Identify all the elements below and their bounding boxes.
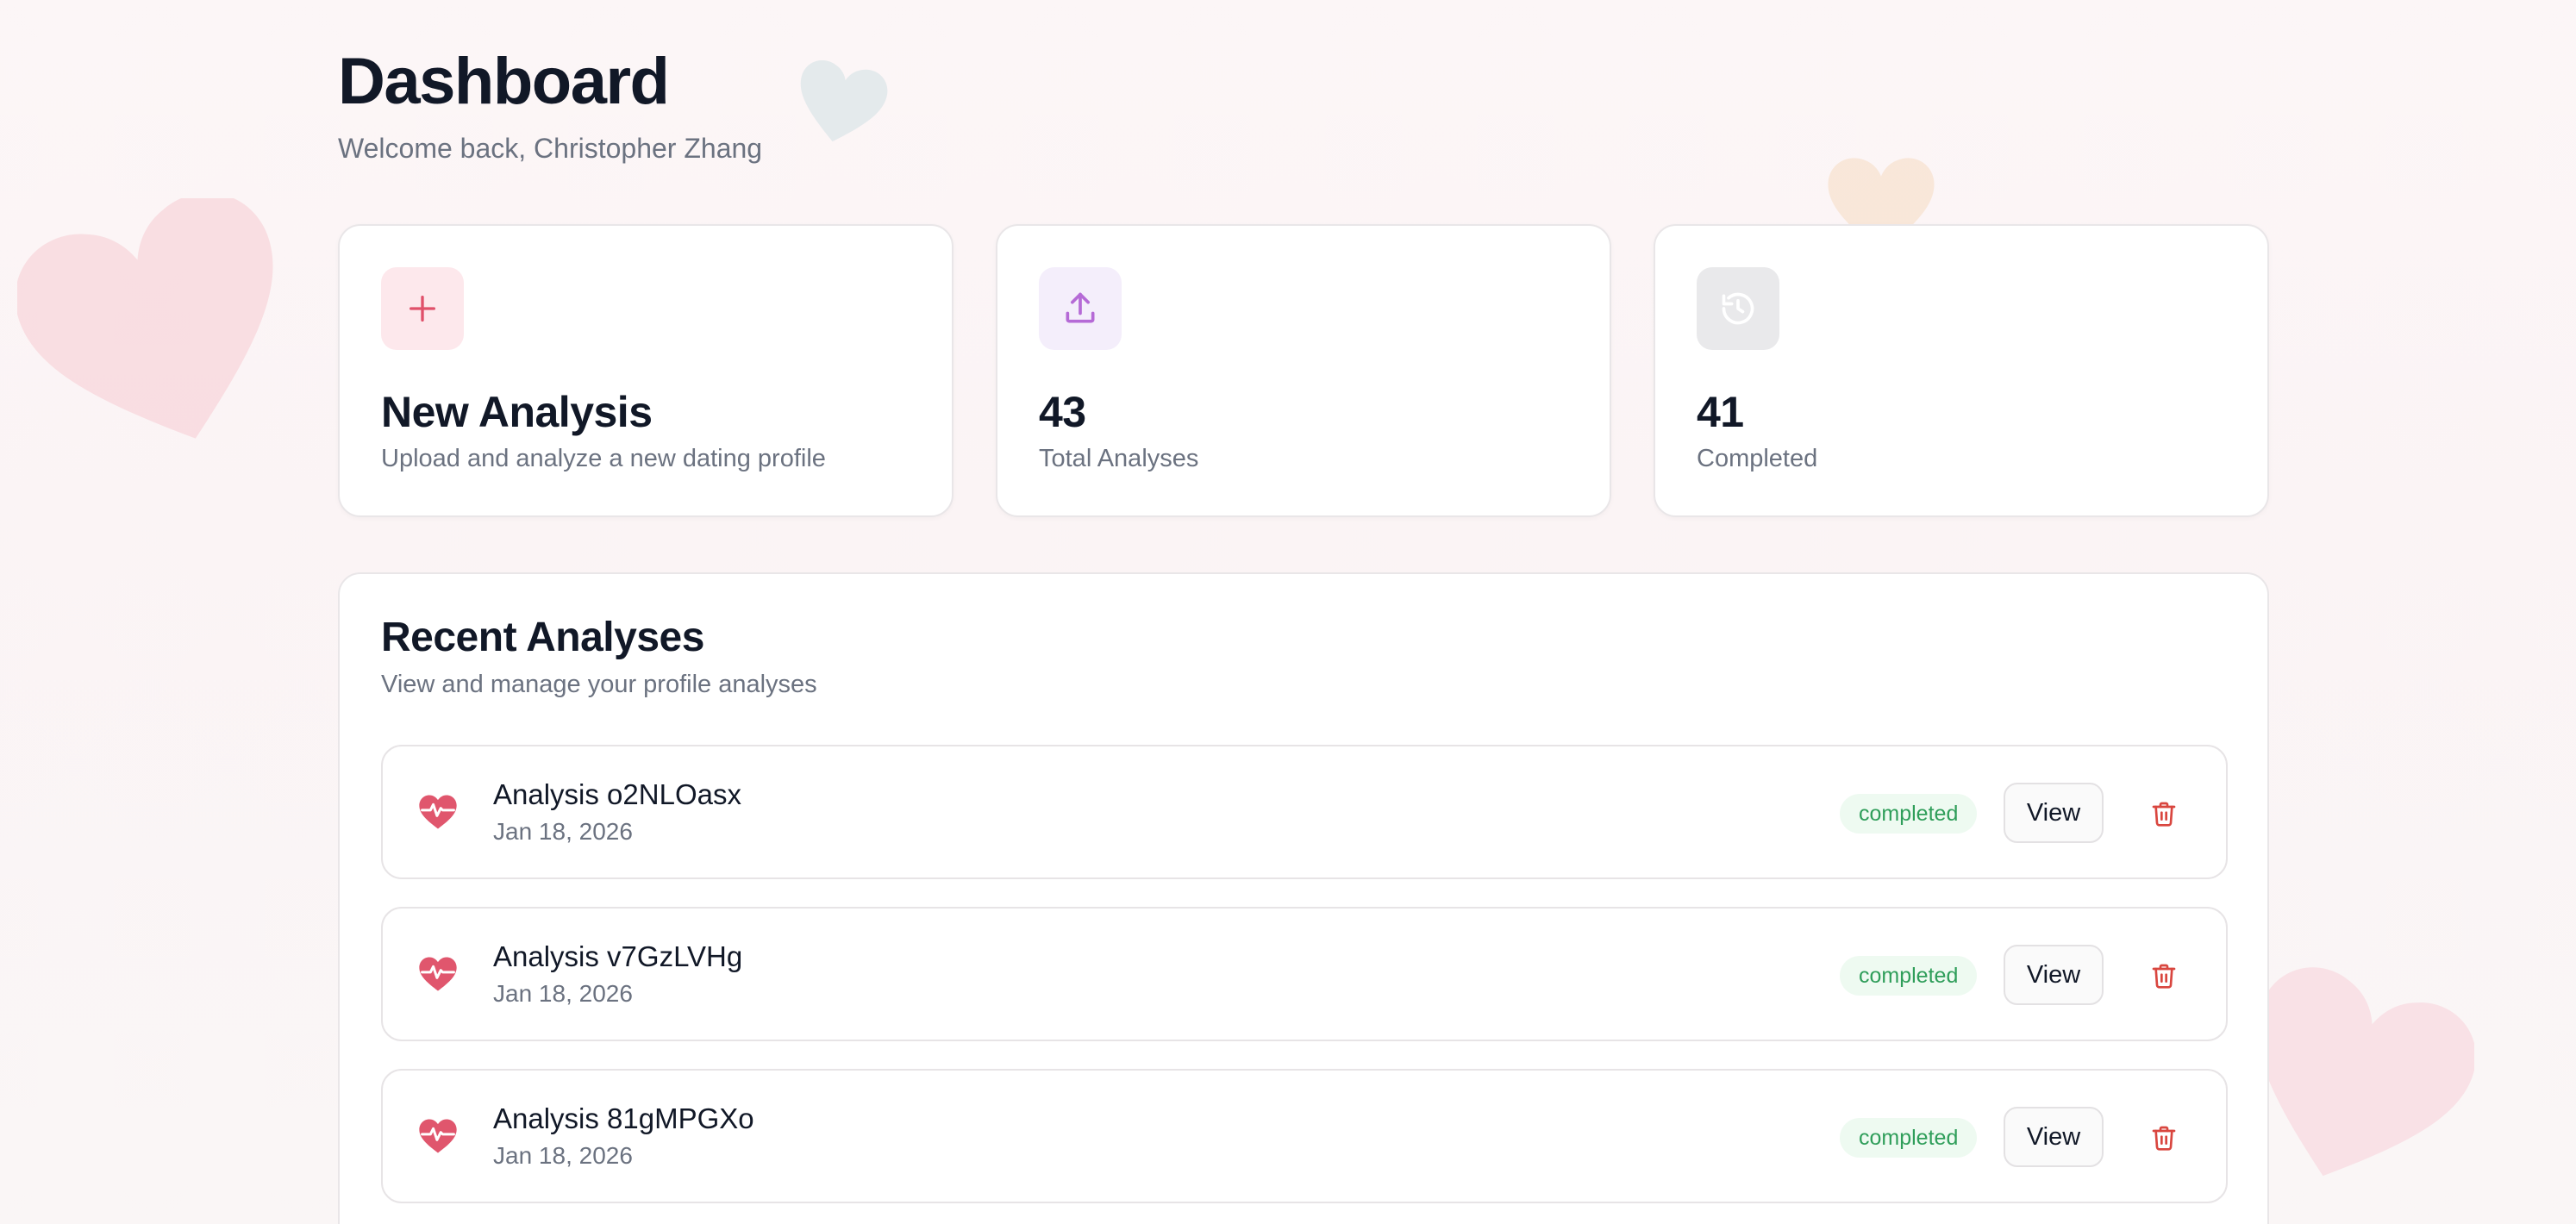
heart-pulse-icon: [419, 1119, 457, 1153]
analysis-list-item[interactable]: Analysis 81gMPGXo Jan 18, 2026 completed…: [381, 1069, 2228, 1203]
total-analyses-icon-box: [1039, 267, 1122, 350]
analysis-title: Analysis v7GzLVHg: [493, 940, 743, 972]
heart-pulse-icon: [419, 795, 457, 829]
view-button[interactable]: View: [2004, 1107, 2104, 1167]
delete-button[interactable]: [2141, 953, 2186, 998]
trash-icon: [2152, 1126, 2176, 1151]
plus-icon: [410, 296, 435, 322]
new-analysis-title: New Analysis: [381, 388, 653, 436]
view-button[interactable]: View: [2004, 783, 2104, 843]
background-heart-icon: [17, 198, 273, 439]
analysis-date: Jan 18, 2026: [493, 818, 633, 845]
total-analyses-card: 43 Total Analyses: [996, 224, 1611, 517]
recent-analyses-subtitle: View and manage your profile analyses: [381, 671, 817, 698]
upload-icon: [1066, 292, 1095, 323]
analysis-title: Analysis 81gMPGXo: [493, 1102, 754, 1134]
analysis-title: Analysis o2NLOasx: [493, 778, 741, 810]
analysis-list-item[interactable]: Analysis v7GzLVHg Jan 18, 2026 completed…: [381, 907, 2228, 1041]
completed-card: 41 Completed: [1654, 224, 2269, 517]
view-button[interactable]: View: [2004, 945, 2104, 1005]
recent-analyses-panel: Recent Analyses View and manage your pro…: [338, 572, 2269, 1224]
welcome-message: Welcome back, Christopher Zhang: [338, 133, 763, 164]
heart-pulse-icon: [419, 957, 457, 991]
new-analysis-card[interactable]: New Analysis Upload and analyze a new da…: [338, 224, 953, 517]
status-badge: completed: [1840, 956, 1978, 996]
completed-label: Completed: [1697, 445, 1818, 472]
completed-count: 41: [1697, 388, 1744, 436]
page-title: Dashboard: [338, 45, 670, 118]
background-heart-icon: [800, 60, 888, 142]
status-badge: completed: [1840, 1118, 1978, 1158]
delete-button[interactable]: [2141, 1115, 2186, 1160]
background-heart-icon: [2257, 967, 2474, 1177]
total-analyses-count: 43: [1039, 388, 1086, 436]
delete-button[interactable]: [2141, 791, 2186, 836]
completed-icon-box: [1697, 267, 1779, 350]
history-icon: [1722, 292, 1754, 325]
analysis-date: Jan 18, 2026: [493, 1142, 633, 1169]
new-analysis-icon-box: [381, 267, 464, 350]
analysis-list-item[interactable]: Analysis o2NLOasx Jan 18, 2026 completed…: [381, 745, 2228, 879]
trash-icon: [2152, 802, 2176, 827]
trash-icon: [2152, 964, 2176, 989]
new-analysis-description: Upload and analyze a new dating profile: [381, 445, 826, 472]
status-badge: completed: [1840, 794, 1978, 834]
total-analyses-label: Total Analyses: [1039, 445, 1199, 472]
analysis-date: Jan 18, 2026: [493, 980, 633, 1007]
recent-analyses-title: Recent Analyses: [381, 615, 704, 660]
